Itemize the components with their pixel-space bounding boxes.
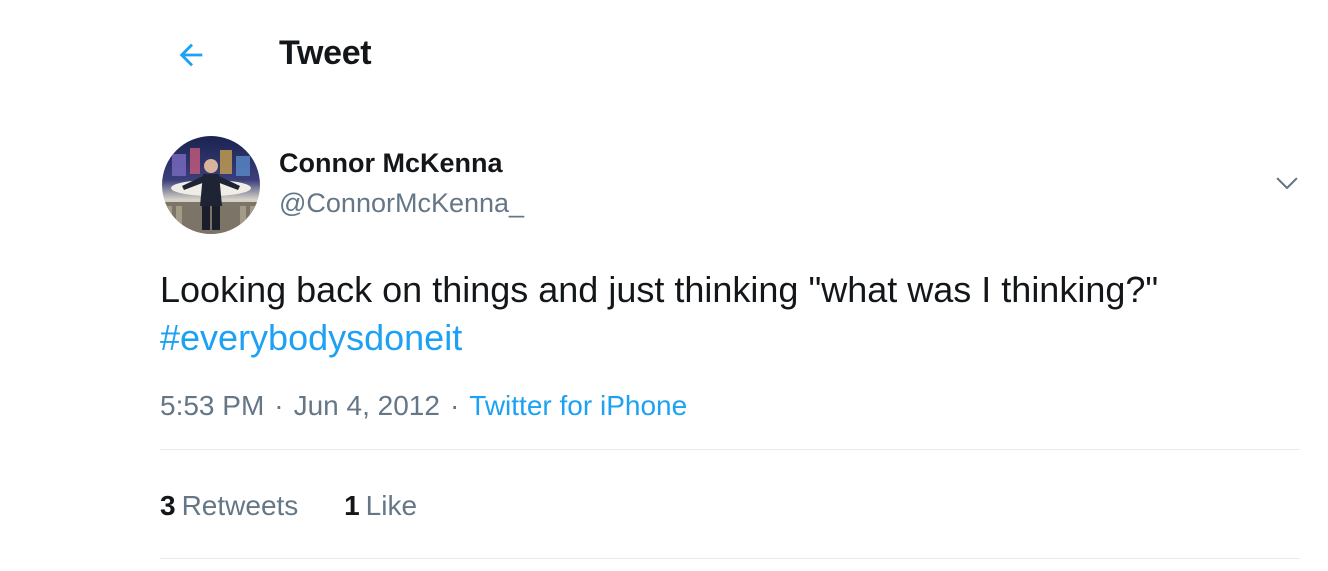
likes-label: Like [365, 490, 418, 521]
author-display-name[interactable]: Connor McKenna [279, 148, 503, 179]
page-header: Tweet [0, 0, 1328, 108]
meta-separator: · [274, 390, 284, 421]
tweet-time[interactable]: 5:53 PM [160, 390, 264, 421]
page-title: Tweet [279, 34, 372, 72]
hashtag-link[interactable]: #everybodysdoneit [160, 317, 462, 358]
avatar[interactable] [162, 136, 260, 234]
retweets-count: 3 [160, 490, 176, 521]
profile-photo [162, 136, 260, 234]
divider [160, 449, 1300, 450]
tweet-date[interactable]: Jun 4, 2012 [294, 390, 440, 421]
likes-count: 1 [344, 490, 360, 521]
arrow-left-icon [179, 43, 203, 67]
back-button[interactable] [168, 32, 214, 78]
retweets-stat[interactable]: 3 Retweets [160, 490, 298, 522]
divider [160, 558, 1300, 559]
tweet-source-link[interactable]: Twitter for iPhone [469, 390, 687, 421]
likes-stat[interactable]: 1 Like [344, 490, 417, 522]
tweet-text: Looking back on things and just thinking… [160, 266, 1300, 362]
tweet-stats: 3 Retweets 1 Like [160, 490, 455, 522]
tweet-metadata: 5:53 PM · Jun 4, 2012 · Twitter for iPhone [160, 390, 687, 422]
tweet-menu-button[interactable] [1266, 162, 1308, 204]
tweet-body: Looking back on things and just thinking… [160, 269, 1159, 310]
retweets-label: Retweets [181, 490, 299, 521]
author-handle[interactable]: @ConnorMcKenna_ [279, 188, 524, 219]
chevron-down-icon [1276, 177, 1298, 189]
meta-separator: · [449, 390, 460, 421]
